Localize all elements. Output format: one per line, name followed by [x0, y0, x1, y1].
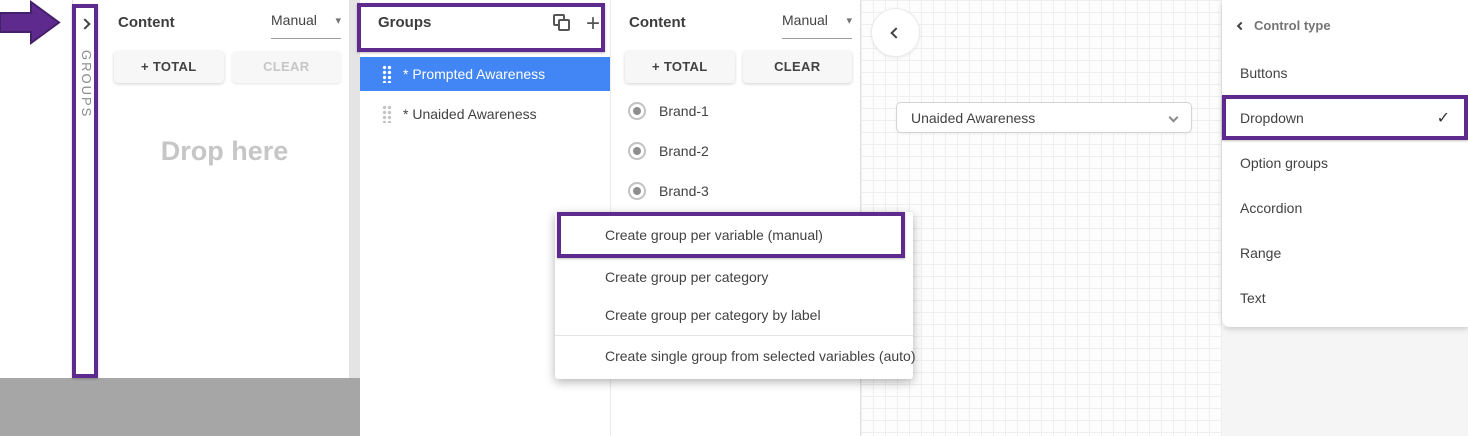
- control-type-option-dropdown[interactable]: Dropdown ✓: [1222, 95, 1468, 140]
- add-group-icon[interactable]: +: [586, 14, 600, 34]
- radio-option-brand-2[interactable]: Brand-2: [611, 133, 860, 169]
- panel-gap-strip: [349, 0, 360, 378]
- control-type-option-accordion[interactable]: Accordion: [1222, 185, 1468, 230]
- annotation-arrow-icon: [0, 0, 62, 46]
- control-type-option-buttons[interactable]: Buttons: [1222, 50, 1468, 95]
- collapsed-sidebar-label: GROUPS: [79, 50, 94, 118]
- radio-option-brand-3[interactable]: Brand-3: [611, 173, 860, 209]
- duplicate-icon-front-square: [558, 19, 570, 31]
- canvas-dropdown-control[interactable]: Unaided Awareness: [896, 102, 1192, 133]
- caret-down-icon: ▾: [335, 14, 341, 27]
- group-item-label: * Prompted Awareness: [403, 66, 545, 82]
- menu-item-create-single-group-auto[interactable]: Create single group from selected variab…: [555, 336, 913, 377]
- radio-icon[interactable]: [628, 182, 646, 200]
- expand-chevron-icon[interactable]: [79, 18, 90, 29]
- mode-value: Manual: [271, 12, 317, 28]
- add-total-button[interactable]: + TOTAL: [114, 51, 224, 83]
- drag-handle-icon[interactable]: [382, 105, 392, 123]
- control-type-title: Control type: [1254, 18, 1331, 33]
- option-label: Option groups: [1240, 155, 1328, 171]
- add-total-button[interactable]: + TOTAL: [625, 51, 735, 83]
- panel-title: Content: [118, 14, 175, 31]
- duplicate-group-icon[interactable]: [552, 14, 572, 34]
- collapse-panel-button[interactable]: [871, 8, 920, 57]
- control-type-panel: Control type Buttons Dropdown ✓ Option g…: [1222, 0, 1468, 327]
- menu-item-create-group-per-category-by-label[interactable]: Create group per category by label: [555, 296, 913, 334]
- create-group-context-menu: Create group per variable (manual) Creat…: [555, 212, 913, 379]
- control-type-option-text[interactable]: Text: [1222, 275, 1468, 320]
- option-label: Text: [1240, 290, 1266, 306]
- radio-option-brand-1[interactable]: Brand-1: [611, 93, 860, 129]
- option-label: Buttons: [1240, 65, 1287, 81]
- chevron-left-icon: [890, 27, 901, 38]
- option-label: Range: [1240, 245, 1281, 261]
- check-icon: ✓: [1437, 108, 1450, 128]
- content-panel-1: Content Manual ▾ + TOTAL CLEAR Drop here: [100, 0, 349, 378]
- radio-icon[interactable]: [628, 102, 646, 120]
- dropdown-value: Unaided Awareness: [911, 110, 1035, 126]
- clear-button[interactable]: CLEAR: [232, 51, 342, 83]
- collapsed-groups-sidebar[interactable]: GROUPS: [72, 0, 100, 378]
- chevron-down-icon: [1169, 113, 1179, 123]
- groups-panel-title: Groups: [378, 14, 431, 31]
- clear-button[interactable]: CLEAR: [743, 51, 853, 83]
- option-label: Dropdown: [1240, 110, 1304, 126]
- mode-value: Manual: [782, 12, 828, 28]
- menu-item-create-group-per-variable[interactable]: Create group per variable (manual): [555, 212, 913, 258]
- back-chevron-icon[interactable]: [1237, 21, 1245, 29]
- drop-here-placeholder: Drop here: [100, 136, 349, 167]
- menu-item-create-group-per-category[interactable]: Create group per category: [555, 258, 913, 296]
- panel-title: Content: [629, 14, 686, 31]
- control-type-option-option-groups[interactable]: Option groups: [1222, 140, 1468, 185]
- radio-label: Brand-3: [659, 183, 709, 199]
- group-item-label: * Unaided Awareness: [403, 106, 537, 122]
- group-item-unaided-awareness[interactable]: * Unaided Awareness: [360, 97, 610, 131]
- radio-label: Brand-1: [659, 103, 709, 119]
- control-type-option-range[interactable]: Range: [1222, 230, 1468, 275]
- outside-page-area: [0, 378, 360, 436]
- mode-select[interactable]: Manual ▾: [271, 12, 341, 39]
- option-label: Accordion: [1240, 200, 1302, 216]
- caret-down-icon: ▾: [846, 14, 852, 27]
- radio-label: Brand-2: [659, 143, 709, 159]
- drag-handle-icon[interactable]: [382, 65, 392, 83]
- mode-select[interactable]: Manual ▾: [782, 12, 852, 39]
- right-column-background: [1222, 327, 1468, 436]
- group-item-prompted-awareness[interactable]: * Prompted Awareness: [360, 57, 610, 91]
- radio-icon[interactable]: [628, 142, 646, 160]
- left-margin-area: [0, 0, 72, 378]
